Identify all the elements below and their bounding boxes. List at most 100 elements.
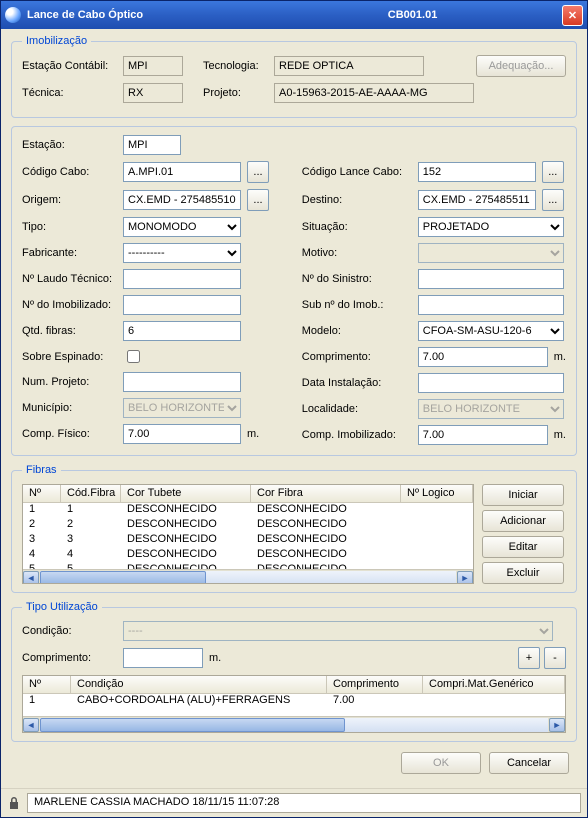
datainst-input[interactable] [418,373,564,393]
scroll-thumb[interactable] [40,571,206,585]
ellipsis-icon: ... [253,194,262,206]
tipo-utilizacao-legend: Tipo Utilização [22,601,102,613]
plus-icon: + [526,652,532,664]
table-row[interactable]: 44DESCONHECIDODESCONHECIDO [23,548,473,563]
fabricante-select[interactable]: ---------- [123,243,241,263]
tu-col-comp[interactable]: Comprimento [327,676,423,693]
qtd-input[interactable] [123,321,241,341]
situacao-label: Situação: [302,221,412,233]
scroll-thumb[interactable] [40,718,345,732]
status-text: MARLENE CASSIA MACHADO 18/11/15 11:07:28 [27,793,581,813]
tipo-hscroll[interactable]: ◄ ► [23,716,565,732]
codigo-lance-input[interactable] [418,162,536,182]
table-row[interactable]: 22DESCONHECIDODESCONHECIDO [23,518,473,533]
iniciar-button[interactable]: Iniciar [482,484,564,506]
comprimento-input[interactable] [418,347,548,367]
municipio-label: Município: [22,402,117,414]
subimob-label: Sub nº do Imob.: [302,299,412,311]
tu-col-cond[interactable]: Condição [71,676,327,693]
sinistro-input[interactable] [418,269,564,289]
origem-browse-button[interactable]: ... [247,189,269,211]
imobilizado-input[interactable] [123,295,241,315]
numproj-label: Num. Projeto: [22,376,117,388]
laudo-label: Nº Laudo Técnico: [22,273,117,285]
minus-icon: - [553,652,557,664]
comprimento-label: Comprimento: [302,351,412,363]
tipo-table[interactable]: Nº Condição Comprimento Compri.Mat.Genér… [22,675,566,733]
scroll-left-icon[interactable]: ◄ [23,571,39,585]
imobilizacao-legend: Imobilização [22,35,91,47]
origem-input[interactable] [123,190,241,210]
destino-label: Destino: [302,194,412,206]
col-cf[interactable]: Cor Fibra [251,485,401,502]
excluir-button[interactable]: Excluir [482,562,564,584]
scroll-left-icon[interactable]: ◄ [23,718,39,732]
col-nl[interactable]: Nº Logico [401,485,473,502]
codigo-cabo-browse-button[interactable]: ... [247,161,269,183]
destino-input[interactable] [418,190,536,210]
codigo-cabo-input[interactable] [123,162,241,182]
ellipsis-icon: ... [548,166,557,178]
fabricante-label: Fabricante: [22,247,117,259]
status-bar: MARLENE CASSIA MACHADO 18/11/15 11:07:28 [1,788,587,817]
tu-comprimento-input[interactable] [123,648,203,668]
estacao-input[interactable] [123,135,181,155]
adicionar-button[interactable]: Adicionar [482,510,564,532]
ellipsis-icon: ... [253,166,262,178]
condicao-select: ---- [123,621,553,641]
tecnica-label: Técnica: [22,87,117,99]
codigo-lance-browse-button[interactable]: ... [542,161,564,183]
compfis-input[interactable] [123,424,241,444]
table-row[interactable]: 33DESCONHECIDODESCONHECIDO [23,533,473,548]
close-button[interactable]: ✕ [562,5,583,26]
fibras-group: Fibras Nº Cód.Fibra Cor Tubete Cor Fibra… [11,464,577,593]
laudo-input[interactable] [123,269,241,289]
lock-icon [7,796,21,810]
window-code: CB001.01 [268,9,438,21]
col-ct[interactable]: Cor Tubete [121,485,251,502]
tu-col-mat[interactable]: Compri.Mat.Genérico [423,676,565,693]
sobre-checkbox[interactable] [127,350,140,363]
fibras-hscroll[interactable]: ◄ ► [23,569,473,584]
remove-button[interactable]: - [544,647,566,669]
tipo-label: Tipo: [22,221,117,233]
localidade-select: BELO HORIZONTE [418,399,564,419]
scroll-right-icon[interactable]: ► [457,571,473,585]
tu-col-n[interactable]: Nº [23,676,71,693]
situacao-select[interactable]: PROJETADO [418,217,564,237]
table-row[interactable]: 11DESCONHECIDODESCONHECIDO [23,503,473,518]
table-row[interactable]: 55DESCONHECIDODESCONHECIDO [23,563,473,569]
imobilizacao-group: Imobilização Estação Contábil: Tecnologi… [11,35,577,118]
ellipsis-icon: ... [548,194,557,206]
compimob-label: Comp. Imobilizado: [302,429,412,441]
fibras-table[interactable]: Nº Cód.Fibra Cor Tubete Cor Fibra Nº Log… [22,484,474,584]
adequacao-button: Adequação... [476,55,566,77]
sobre-label: Sobre Espinado: [22,351,117,363]
window: Lance de Cabo Óptico CB001.01 ✕ Imobiliz… [0,0,588,818]
scroll-right-icon[interactable]: ► [549,718,565,732]
tipo-select[interactable]: MONOMODO [123,217,241,237]
add-button[interactable]: + [518,647,540,669]
col-cod[interactable]: Cód.Fibra [61,485,121,502]
table-row[interactable]: 1CABO+CORDOALHA (ALU)+FERRAGENS7.00 [23,694,565,710]
imobilizado-label: Nº do Imobilizado: [22,299,117,311]
numproj-input[interactable] [123,372,241,392]
editar-button[interactable]: Editar [482,536,564,558]
subimob-input[interactable] [418,295,564,315]
motivo-label: Motivo: [302,247,412,259]
projeto-label: Projeto: [203,87,268,99]
main-group: Estação: Código Cabo: ... Origem: ... Ti… [11,126,577,456]
modelo-select[interactable]: CFOA-SM-ASU-120-6 [418,321,564,341]
condicao-label: Condição: [22,625,117,637]
col-n[interactable]: Nº [23,485,61,502]
datainst-label: Data Instalação: [302,377,412,389]
tipo-utilizacao-group: Tipo Utilização Condição: ---- Comprimen… [11,601,577,742]
codigo-lance-label: Código Lance Cabo: [302,166,412,178]
compimob-input[interactable] [418,425,548,445]
titlebar[interactable]: Lance de Cabo Óptico CB001.01 ✕ [1,1,587,29]
unit-m: m. [554,351,566,363]
cancel-button[interactable]: Cancelar [489,752,569,774]
estacao-contabil-label: Estação Contábil: [22,60,117,72]
destino-browse-button[interactable]: ... [542,189,564,211]
tecnica-field [123,83,183,103]
